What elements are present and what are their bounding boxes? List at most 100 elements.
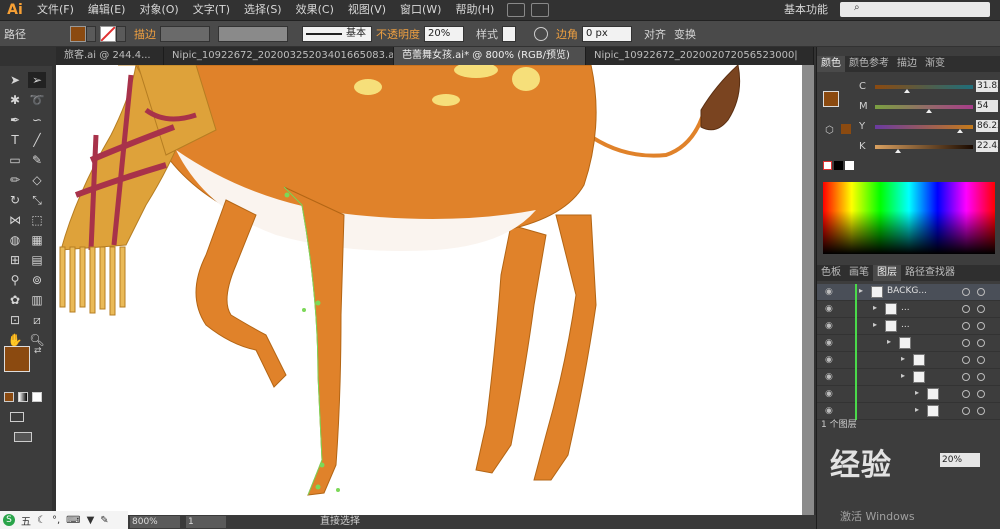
- layer-row[interactable]: ◉ ▸...: [817, 301, 1000, 318]
- layer-name[interactable]: ...: [901, 303, 910, 313]
- black-swatch[interactable]: [834, 161, 843, 170]
- layer-row[interactable]: ◉ ▸: [817, 335, 1000, 352]
- pencil-tool-icon[interactable]: ✏: [6, 172, 24, 188]
- line-tool-icon[interactable]: ╱: [28, 132, 46, 148]
- visibility-eye-icon[interactable]: ◉: [825, 321, 833, 331]
- expand-triangle-icon[interactable]: ▸: [915, 405, 919, 414]
- tab-color[interactable]: 颜色: [817, 56, 845, 72]
- channel-thumb[interactable]: [904, 89, 911, 93]
- artboard-canvas[interactable]: [56, 65, 814, 515]
- layer-row[interactable]: ◉ ▸ BACKG...: [817, 284, 1000, 301]
- select-circle-icon[interactable]: [977, 305, 985, 313]
- expand-triangle-icon[interactable]: ▸: [901, 371, 905, 380]
- align-label[interactable]: 对齐: [644, 26, 666, 42]
- select-circle-icon[interactable]: [977, 322, 985, 330]
- tab-brushes[interactable]: 画笔: [845, 265, 873, 281]
- direct-selection-tool-icon[interactable]: ➢: [28, 72, 46, 88]
- width-tool-icon[interactable]: ⋈: [6, 212, 24, 228]
- layer-row[interactable]: ◉ ▸: [817, 386, 1000, 403]
- target-circle-icon[interactable]: [962, 407, 970, 415]
- expand-triangle-icon[interactable]: ▸: [915, 388, 919, 397]
- target-circle-icon[interactable]: [962, 373, 970, 381]
- layer-name[interactable]: ...: [901, 320, 910, 330]
- paintbrush-tool-icon[interactable]: ✎: [28, 152, 46, 168]
- tab-document-3[interactable]: 芭蕾舞女孩.ai* @ 800% (RGB/预览): [394, 47, 586, 65]
- channel-value[interactable]: 22.43: [976, 140, 998, 152]
- magic-wand-tool-icon[interactable]: ✱: [6, 92, 24, 108]
- menu-view[interactable]: 视图(V): [341, 0, 393, 19]
- color-slider-k[interactable]: K 22.43: [855, 140, 999, 153]
- channel-track[interactable]: [875, 145, 973, 149]
- menu-select[interactable]: 选择(S): [237, 0, 289, 19]
- channel-thumb[interactable]: [925, 109, 932, 113]
- none-mode-icon[interactable]: [32, 392, 42, 402]
- gamut-swatch[interactable]: [841, 124, 851, 134]
- slice-tool-icon[interactable]: ⧄: [28, 312, 46, 328]
- rectangle-tool-icon[interactable]: ▭: [6, 152, 24, 168]
- lasso-tool-icon[interactable]: ➰: [28, 92, 46, 108]
- layer-name[interactable]: BACKG...: [887, 286, 927, 296]
- none-swatch[interactable]: [823, 161, 832, 170]
- visibility-eye-icon[interactable]: ◉: [825, 338, 833, 348]
- search-input[interactable]: ⌕: [840, 2, 990, 17]
- scale-tool-icon[interactable]: ⤡: [28, 192, 46, 208]
- menu-edit[interactable]: 编辑(E): [81, 0, 133, 19]
- mesh-tool-icon[interactable]: ⊞: [6, 252, 24, 268]
- zoom-field[interactable]: 800%: [130, 516, 180, 528]
- channel-value[interactable]: 31.83: [976, 80, 998, 92]
- fill-swatch[interactable]: [70, 25, 86, 42]
- variable-width-profile[interactable]: [218, 25, 288, 42]
- ime-toolbar[interactable]: S 五 ☾ °, ⌨ ▼ ✎: [0, 511, 128, 529]
- layer-row[interactable]: ◉ ▸: [817, 369, 1000, 386]
- transform-label[interactable]: 变换: [674, 26, 696, 42]
- expand-triangle-icon[interactable]: ▸: [859, 286, 863, 295]
- expand-triangle-icon[interactable]: ▸: [873, 320, 877, 329]
- channel-thumb[interactable]: [957, 129, 964, 133]
- visibility-eye-icon[interactable]: ◉: [825, 355, 833, 365]
- fill-dropdown[interactable]: [86, 25, 96, 42]
- target-circle-icon[interactable]: [962, 390, 970, 398]
- layer-row[interactable]: ◉ ▸...: [817, 318, 1000, 335]
- menu-window[interactable]: 窗口(W): [393, 0, 448, 19]
- channel-value[interactable]: 54: [976, 100, 998, 112]
- rotate-tool-icon[interactable]: ↻: [6, 192, 24, 208]
- opacity-label[interactable]: 不透明度: [376, 26, 420, 42]
- tab-color-guide[interactable]: 颜色参考: [845, 56, 893, 72]
- target-circle-icon[interactable]: [962, 339, 970, 347]
- opacity-field[interactable]: 20%: [424, 25, 464, 42]
- tab-layers[interactable]: 图层: [873, 265, 901, 281]
- corner-field[interactable]: 0 px: [582, 25, 632, 42]
- gradient-mode-icon[interactable]: [18, 392, 28, 402]
- brush-definition[interactable]: 基本: [302, 25, 372, 42]
- recolor-icon[interactable]: [534, 26, 548, 41]
- color-slider-c[interactable]: C 31.83: [855, 80, 999, 93]
- visibility-eye-icon[interactable]: ◉: [825, 406, 833, 416]
- tab-pathfinder[interactable]: 路径查找器: [901, 265, 959, 281]
- free-transform-tool-icon[interactable]: ⬚: [28, 212, 46, 228]
- target-circle-icon[interactable]: [962, 322, 970, 330]
- blend-tool-icon[interactable]: ⊚: [28, 272, 46, 288]
- color-spectrum[interactable]: [823, 182, 995, 254]
- select-circle-icon[interactable]: [977, 407, 985, 415]
- target-circle-icon[interactable]: [962, 288, 970, 296]
- artboard-tool-icon[interactable]: ⊡: [6, 312, 24, 328]
- artboard-page-field[interactable]: 1: [186, 516, 226, 528]
- white-swatch[interactable]: [845, 161, 854, 170]
- menu-file[interactable]: 文件(F): [30, 0, 81, 19]
- tab-document-4[interactable]: Nipic_10922672_202002072056523000|: [586, 47, 814, 65]
- pen-tool-icon[interactable]: ✒: [6, 112, 24, 128]
- type-tool-icon[interactable]: T: [6, 132, 24, 148]
- visibility-eye-icon[interactable]: ◉: [825, 287, 833, 297]
- selection-tool-icon[interactable]: ➤: [6, 72, 24, 88]
- channel-track[interactable]: [875, 105, 973, 109]
- expand-triangle-icon[interactable]: ▸: [887, 337, 891, 346]
- target-circle-icon[interactable]: [962, 356, 970, 364]
- drawing-mode-icon[interactable]: [10, 412, 24, 422]
- arrange-documents-icon[interactable]: [531, 2, 550, 17]
- swap-colors-icon[interactable]: ⇄: [34, 346, 42, 356]
- layer-row[interactable]: ◉ ▸: [817, 352, 1000, 369]
- visibility-eye-icon[interactable]: ◉: [825, 372, 833, 382]
- menu-help[interactable]: 帮助(H): [448, 0, 501, 19]
- expand-triangle-icon[interactable]: ▸: [901, 354, 905, 363]
- channel-value[interactable]: 86.23: [976, 120, 998, 132]
